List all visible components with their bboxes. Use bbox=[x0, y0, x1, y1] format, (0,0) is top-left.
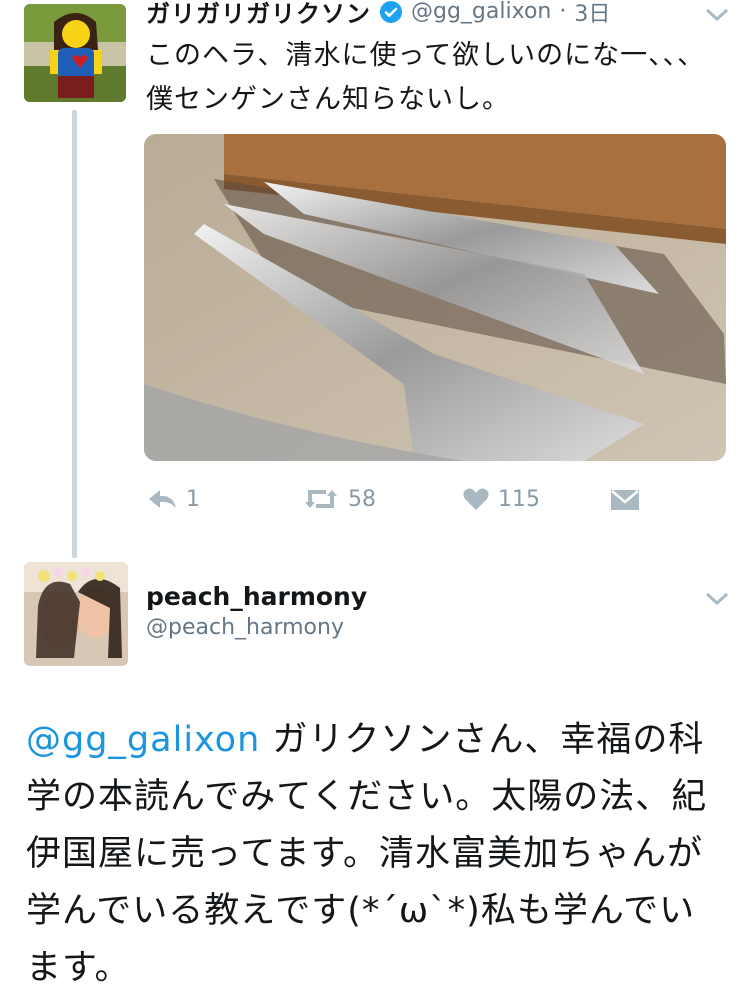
like-button[interactable]: 115 bbox=[462, 486, 540, 512]
tweet2-more-chevron-icon[interactable] bbox=[704, 590, 730, 612]
heart-icon bbox=[463, 488, 489, 510]
author-avatar[interactable] bbox=[24, 4, 126, 102]
tweet1-handle[interactable]: @gg_galixon bbox=[411, 0, 551, 24]
tweet1-actions: 1 58 115 bbox=[146, 486, 666, 520]
reply-button[interactable]: 1 bbox=[146, 486, 200, 512]
envelope-icon bbox=[611, 490, 639, 510]
avatar-cartoon bbox=[24, 4, 126, 102]
tweet2-text: @gg_galixon ガリクソンさん、幸福の科学の本読んでみてください。太陽の… bbox=[26, 712, 726, 997]
tweet1-display-name[interactable]: ガリガリガリクソン bbox=[146, 0, 371, 29]
direct-message-button[interactable] bbox=[610, 488, 640, 512]
spatulas-photo bbox=[144, 134, 726, 461]
tweet1-photo[interactable] bbox=[144, 134, 726, 461]
tweet1-separator: · bbox=[559, 0, 567, 24]
verified-badge-icon bbox=[379, 0, 403, 24]
reply-count: 1 bbox=[186, 486, 200, 512]
reply-author-avatar[interactable] bbox=[24, 562, 128, 666]
tweet2-body: ガリクソンさん、幸福の科学の本読んでみてください。太陽の法、紀伊国屋に売ってます… bbox=[26, 720, 708, 988]
avatar-photo bbox=[24, 562, 128, 666]
tweet1-timestamp[interactable]: 3日 bbox=[574, 0, 610, 28]
tweet2-display-name[interactable]: peach_harmony bbox=[146, 582, 367, 611]
tweet1-more-chevron-icon[interactable] bbox=[704, 6, 730, 28]
tweet1-text: このヘラ、清水に使って欲しいのにな一、、、僕センゲンさん知らないし。 bbox=[146, 40, 706, 115]
thread-connector-line bbox=[72, 110, 77, 558]
retweet-button[interactable]: 58 bbox=[302, 486, 376, 512]
tweet2-header: peach_harmony @peach_harmony bbox=[146, 582, 367, 640]
tweet2-handle[interactable]: @peach_harmony bbox=[146, 615, 367, 640]
reply-icon bbox=[149, 490, 176, 508]
mention-link[interactable]: @gg_galixon bbox=[26, 720, 260, 760]
like-count: 115 bbox=[498, 486, 540, 512]
retweet-icon bbox=[305, 490, 337, 508]
retweet-count: 58 bbox=[348, 486, 376, 512]
tweet1-header: ガリガリガリクソン @gg_galixon · 3日 bbox=[146, 0, 610, 29]
